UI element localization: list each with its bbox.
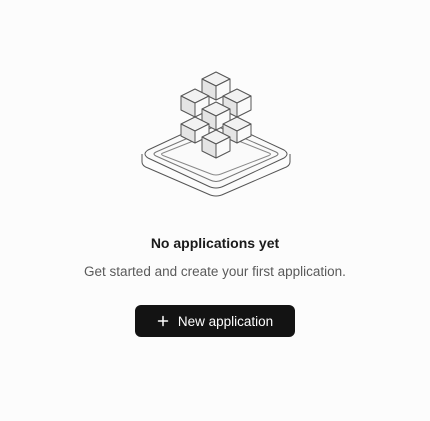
empty-state: No applications yet Get started and crea… bbox=[0, 0, 430, 421]
empty-state-title: No applications yet bbox=[150, 235, 280, 251]
new-application-label: New application bbox=[177, 313, 274, 329]
empty-state-subtitle: Get started and create your first applic… bbox=[84, 264, 346, 279]
stacked-cubes-icon bbox=[138, 70, 294, 200]
plus-icon bbox=[157, 315, 169, 327]
new-application-button[interactable]: New application bbox=[135, 305, 295, 337]
